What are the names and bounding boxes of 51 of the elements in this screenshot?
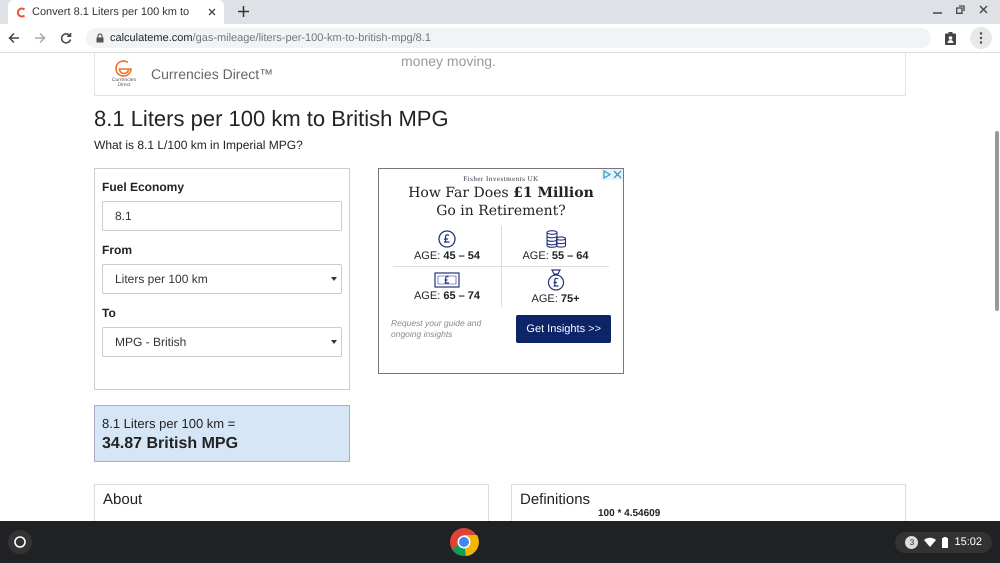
tab-title: Convert 8.1 Liters per 100 km to [32, 6, 190, 18]
brand-name: Currencies Direct™ [151, 66, 274, 82]
ad-headline: How Far Does £1 Million Go in Retirement? [407, 185, 595, 220]
clock: 15:02 [954, 536, 982, 548]
restore-icon[interactable] [956, 4, 965, 14]
battery-icon [942, 536, 948, 548]
wifi-icon [924, 537, 936, 547]
address-bar[interactable]: calculateme.com/gas-mileage/liters-per-100-km-to-british-mpg/8.1 [86, 28, 931, 48]
close-icon[interactable] [979, 4, 988, 14]
circle-icon [14, 536, 26, 548]
banknote-icon [434, 272, 460, 288]
field-label: To [102, 306, 117, 320]
age-range: AGE: 75+ [531, 293, 580, 305]
field-label: Fuel Economy [102, 180, 186, 194]
result-equation: 8.1 Liters per 100 km = [102, 416, 236, 431]
age-range: AGE: 55 – 64 [522, 250, 589, 262]
status-tray[interactable]: 3 15:02 [895, 532, 992, 552]
unit-dropdown[interactable]: MPG - British [102, 327, 342, 357]
money-bag-icon [546, 269, 566, 291]
coin-stack-icon [544, 230, 566, 248]
pound-coin-icon [438, 230, 456, 248]
menu-icon[interactable] [970, 27, 992, 49]
site-favicon [16, 6, 26, 18]
adchoices-icon[interactable] [601, 169, 612, 180]
profile-badge-icon[interactable] [945, 32, 956, 44]
back-icon[interactable] [8, 32, 20, 44]
formula-text: 100 * 4.54609 [598, 508, 662, 519]
close-icon[interactable] [208, 8, 216, 16]
result-value: 34.87 British MPG [102, 435, 240, 453]
caret-icon [331, 340, 337, 344]
caret-icon [331, 277, 337, 281]
age-range: AGE: 65 – 74 [414, 290, 480, 302]
lock-icon [96, 33, 104, 43]
unit-dropdown[interactable]: Liters per 100 km [102, 264, 342, 294]
age-range: AGE: 45 – 54 [414, 250, 480, 262]
input-field[interactable]: 8.1 [102, 201, 342, 231]
page-subtitle: What is 8.1 L/100 km in Imperial MPG? [94, 138, 304, 152]
card-title: About [103, 491, 144, 508]
get-insights-button[interactable]: Get Insights >> [516, 315, 611, 343]
ad-footnote: Request your guide and ongoing insights [391, 318, 482, 340]
new-tab-icon[interactable] [238, 6, 249, 17]
notification-count: 3 [905, 536, 918, 548]
browser-app-icon[interactable] [448, 527, 479, 557]
card-title: Definitions [520, 491, 592, 508]
reload-icon[interactable] [60, 32, 72, 44]
logo-icon [115, 60, 133, 78]
launcher-button[interactable] [8, 530, 32, 554]
browser-tab[interactable]: Convert 8.1 Liters per 100 km to [8, 0, 224, 24]
field-label: From [102, 243, 133, 257]
banner-tagline: money moving. [401, 53, 496, 69]
page-title: 8.1 Liters per 100 km to British MPG [94, 106, 450, 132]
